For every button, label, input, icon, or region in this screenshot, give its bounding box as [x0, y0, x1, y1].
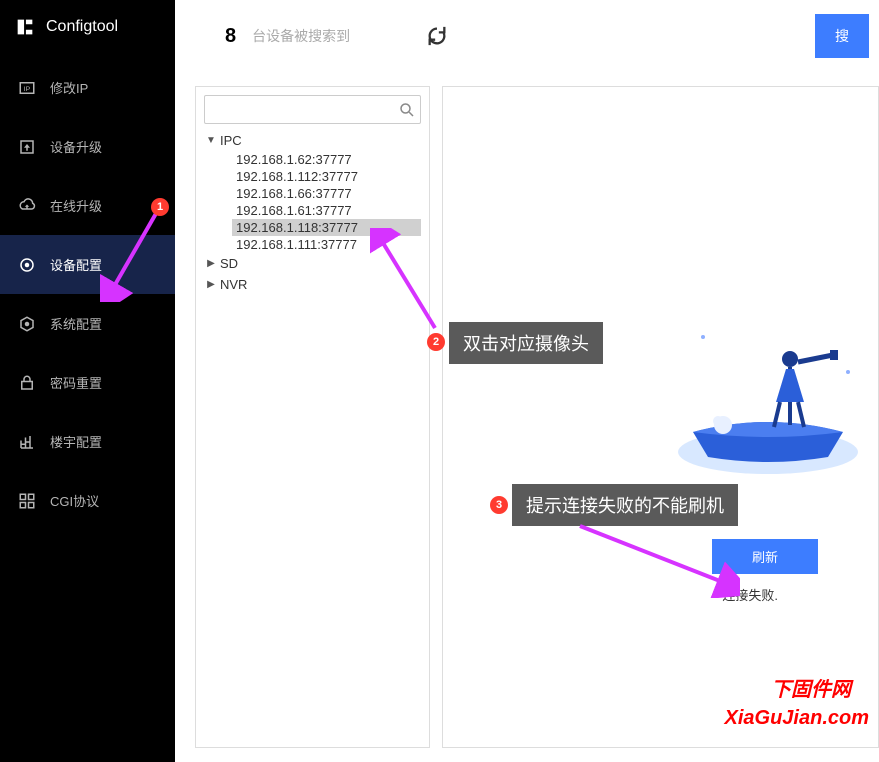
search-icon[interactable]	[398, 101, 416, 119]
sidebar-item-label: CGI协议	[50, 491, 99, 510]
sidebar-item-label: 设备配置	[50, 255, 102, 274]
watermark-line2: XiaGuJian.com	[725, 707, 870, 730]
tree-leaf[interactable]: 192.168.1.112:37777	[232, 168, 421, 185]
upgrade-icon	[18, 138, 36, 156]
tree-node-ipc[interactable]: ▼ IPC	[204, 130, 421, 151]
sidebar-item-label: 系统配置	[50, 314, 102, 333]
sidebar-item-label: 在线升级	[50, 196, 102, 215]
tree-node-sd[interactable]: ▶ SD	[204, 253, 421, 274]
tree-leaf[interactable]: 192.168.1.111:37777	[232, 236, 421, 253]
tree-leaf[interactable]: 192.168.1.62:37777	[232, 151, 421, 168]
sidebar-item-password-reset[interactable]: 密码重置	[0, 353, 175, 412]
header: 8 台设备被搜索到 搜	[175, 0, 879, 72]
chevron-right-icon: ▶	[204, 258, 218, 269]
device-tree: ▼ IPC 192.168.1.62:37777 192.168.1.112:3…	[204, 130, 421, 295]
tree-node-label: IPC	[218, 132, 244, 149]
annotation-badge-3: 3	[490, 496, 508, 514]
annotation-badge-1: 1	[151, 198, 169, 216]
connection-status: 连接失败.	[722, 585, 778, 604]
tree-leaf-selected[interactable]: 192.168.1.118:37777	[232, 219, 421, 236]
logo: Configtool	[0, 0, 175, 58]
device-config-icon	[18, 256, 36, 274]
boat-illustration	[668, 317, 868, 477]
tree-node-label: SD	[218, 255, 240, 272]
tree-search-box	[204, 95, 421, 124]
annotation-badge-2: 2	[427, 333, 445, 351]
password-reset-icon	[18, 374, 36, 392]
logo-icon	[14, 16, 36, 38]
sidebar-item-system-config[interactable]: 系统配置	[0, 294, 175, 353]
sidebar-item-label: 修改IP	[50, 78, 88, 97]
refresh-button[interactable]: 刷新	[712, 539, 818, 574]
ip-icon: IP	[18, 79, 36, 97]
app-name: Configtool	[46, 18, 118, 36]
sidebar-item-device-upgrade[interactable]: 设备升级	[0, 117, 175, 176]
sidebar-item-label: 设备升级	[50, 137, 102, 156]
refresh-icon[interactable]	[426, 25, 448, 47]
tree-node-label: NVR	[218, 276, 249, 293]
sidebar-item-cgi[interactable]: CGI协议	[0, 471, 175, 530]
sidebar: Configtool IP 修改IP 设备升级 在线升级 设备配置	[0, 0, 175, 762]
device-count: 8	[225, 25, 236, 48]
device-count-label: 台设备被搜索到	[252, 26, 350, 46]
sidebar-item-building-config[interactable]: 楼宇配置	[0, 412, 175, 471]
search-button[interactable]: 搜	[815, 14, 869, 58]
detail-panel: 刷新 连接失败.	[442, 86, 879, 748]
cgi-icon	[18, 492, 36, 510]
tree-node-nvr[interactable]: ▶ NVR	[204, 274, 421, 295]
sidebar-item-online-upgrade[interactable]: 在线升级	[0, 176, 175, 235]
sidebar-item-label: 楼宇配置	[50, 432, 102, 451]
sidebar-item-label: 密码重置	[50, 373, 102, 392]
tree-search-input[interactable]	[209, 98, 398, 121]
tree-leaf[interactable]: 192.168.1.66:37777	[232, 185, 421, 202]
svg-text:IP: IP	[24, 86, 31, 93]
chevron-down-icon: ▼	[204, 135, 218, 146]
annotation-tip-2: 双击对应摄像头	[449, 322, 603, 364]
building-icon	[18, 433, 36, 451]
online-upgrade-icon	[18, 197, 36, 215]
sidebar-item-device-config[interactable]: 设备配置	[0, 235, 175, 294]
watermark-line1: 下固件网	[771, 673, 851, 702]
device-tree-panel: ▼ IPC 192.168.1.62:37777 192.168.1.112:3…	[195, 86, 430, 748]
tree-leaf[interactable]: 192.168.1.61:37777	[232, 202, 421, 219]
annotation-tip-3: 提示连接失败的不能刷机	[512, 484, 738, 526]
sidebar-item-modify-ip[interactable]: IP 修改IP	[0, 58, 175, 117]
chevron-right-icon: ▶	[204, 279, 218, 290]
system-config-icon	[18, 315, 36, 333]
